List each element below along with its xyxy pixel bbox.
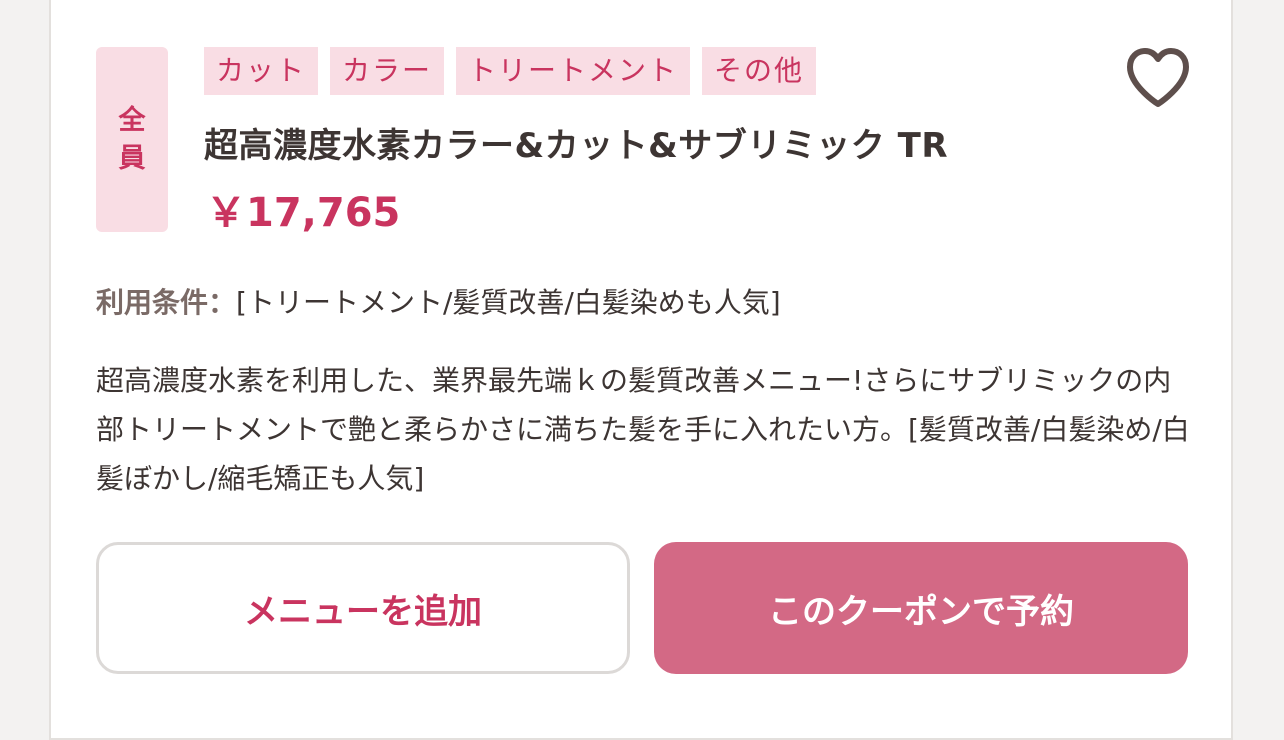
category-tags: カット カラー トリートメント その他 bbox=[204, 47, 817, 95]
target-badge-char-2: 員 bbox=[118, 142, 146, 174]
add-menu-button[interactable]: メニューを追加 bbox=[96, 542, 630, 674]
conditions-label: 利用条件： bbox=[96, 286, 237, 319]
conditions-value: [トリートメント/髪質改善/白髪染めも人気] bbox=[236, 286, 781, 319]
heart-icon[interactable] bbox=[1124, 46, 1192, 110]
tag-treatment: トリートメント bbox=[456, 47, 691, 95]
usage-conditions: 利用条件：[トリートメント/髪質改善/白髪染めも人気] bbox=[96, 281, 781, 321]
target-badge: 全 員 bbox=[96, 47, 168, 232]
reserve-coupon-button[interactable]: このクーポンで予約 bbox=[654, 542, 1188, 674]
tag-cut: カット bbox=[204, 47, 319, 95]
tag-other: その他 bbox=[702, 47, 817, 95]
coupon-description: 超高濃度水素を利用した、業界最先端ｋの髪質改善メニュー!さらにサブリミックの内部… bbox=[96, 364, 1190, 495]
tag-color: カラー bbox=[330, 47, 445, 95]
target-badge-char-1: 全 bbox=[118, 104, 146, 136]
coupon-title: 超高濃度水素カラー&カット&サブリミック TR bbox=[204, 126, 949, 166]
coupon-price: ￥17,765 bbox=[206, 190, 401, 236]
